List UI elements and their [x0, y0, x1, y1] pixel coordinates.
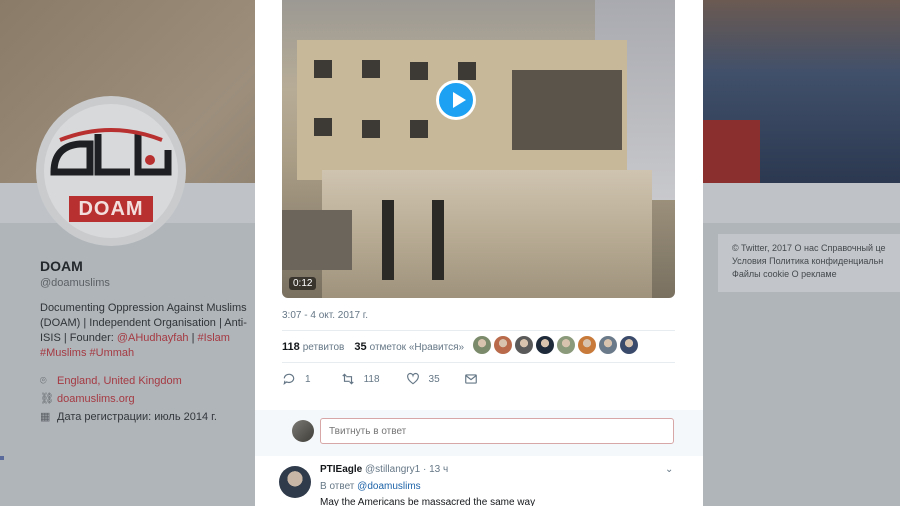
liker-avatar[interactable]: [536, 336, 554, 354]
reply-action[interactable]: 1: [282, 372, 311, 386]
profile-handle[interactable]: @doamuslims: [40, 277, 250, 289]
chevron-down-icon[interactable]: ⌄: [665, 464, 673, 475]
tweet-modal: 0:12 3:07 - 4 окт. 2017 г. 118 ретвитов …: [255, 0, 703, 506]
direct-message-action[interactable]: [464, 372, 478, 386]
profile-info: DOAM @doamuslims Documenting Oppression …: [40, 258, 250, 423]
reply-tweet[interactable]: PTIEagle @stillangry1 · 13 ч ⌄ В ответ @…: [255, 456, 703, 506]
video-duration: 0:12: [289, 277, 317, 290]
tweet-timestamp[interactable]: 3:07 - 4 окт. 2017 г.: [282, 310, 368, 321]
reply-composer: [255, 410, 703, 456]
doam-logo-text: DOAM: [69, 196, 153, 222]
reply-input[interactable]: [320, 418, 674, 444]
scroll-marker: [0, 456, 4, 460]
footer-line-3[interactable]: Файлы cookie О рекламе: [732, 268, 900, 281]
profile-bio: Documenting Oppression Against Muslims (…: [40, 301, 250, 361]
liker-avatar[interactable]: [599, 336, 617, 354]
tweet-video[interactable]: 0:12: [282, 0, 675, 298]
play-button[interactable]: [436, 80, 476, 120]
replying-to-link[interactable]: @doamuslims: [357, 481, 421, 492]
bio-separator: |: [188, 332, 198, 344]
profile-joined: ▦ Дата регистрации: июль 2014 г.: [40, 411, 250, 423]
liker-avatar[interactable]: [578, 336, 596, 354]
calendar-icon: ▦: [40, 411, 51, 423]
likers-avatars: [473, 336, 638, 354]
reply-count: 1: [305, 373, 311, 385]
current-user-avatar[interactable]: [292, 420, 314, 442]
liker-avatar[interactable]: [557, 336, 575, 354]
bio-founder-link[interactable]: @AHudhayfah: [117, 332, 189, 344]
banner-photo: [700, 0, 900, 183]
location-pin-icon: ⌾: [40, 375, 47, 387]
reply-time[interactable]: · 13 ч: [423, 464, 448, 475]
replying-label: В ответ: [320, 481, 355, 492]
profile-website: ⛓ doamuslims.org: [40, 393, 250, 405]
reply-text: May the Americans be massacred the same …: [320, 497, 536, 506]
bio-hashtag-ummah[interactable]: #Ummah: [90, 347, 135, 359]
profile-avatar[interactable]: DOAM: [36, 96, 186, 246]
retweet-icon: [341, 373, 354, 385]
heart-icon: [406, 372, 419, 385]
tweet-stats: 118 ретвитов 35 отметок «Нравится»: [282, 340, 464, 354]
bio-hashtag-muslims[interactable]: #Muslims: [40, 347, 86, 359]
replying-to: В ответ @doamuslims: [320, 481, 421, 492]
likes-label[interactable]: отметок «Нравится»: [370, 342, 464, 353]
joined-text: Дата регистрации: июль 2014 г.: [57, 411, 217, 423]
liker-avatar[interactable]: [515, 336, 533, 354]
divider: [282, 330, 675, 331]
retweet-action[interactable]: 118: [341, 372, 380, 386]
liker-avatar[interactable]: [494, 336, 512, 354]
liker-avatar[interactable]: [473, 336, 491, 354]
liker-avatar[interactable]: [620, 336, 638, 354]
retweets-label[interactable]: ретвитов: [303, 342, 345, 353]
link-icon: ⛓: [40, 393, 54, 405]
divider: [282, 362, 675, 363]
profile-name[interactable]: DOAM: [40, 258, 250, 274]
like-action[interactable]: 35: [406, 372, 440, 386]
footer-line-1[interactable]: © Twitter, 2017 О нас Справочный це: [732, 242, 900, 255]
retweets-count[interactable]: 118: [282, 341, 300, 353]
likes-count[interactable]: 35: [354, 341, 366, 353]
reply-icon: [283, 373, 295, 386]
footer-links: © Twitter, 2017 О нас Справочный це Усло…: [718, 234, 900, 292]
reply-author-handle[interactable]: @stillangry1: [365, 464, 420, 475]
footer-line-2[interactable]: Условия Политика конфиденциальн: [732, 255, 900, 268]
profile-location: ⌾ England, United Kingdom: [40, 375, 250, 387]
envelope-icon: [464, 374, 477, 384]
reply-author-name[interactable]: PTIEagle: [320, 464, 362, 475]
like-count: 35: [428, 373, 440, 385]
tweet-actions: 1 118 35: [282, 372, 478, 386]
reply-header: PTIEagle @stillangry1 · 13 ч: [320, 464, 448, 475]
arabic-logo-icon: [50, 128, 172, 176]
doam-logo: DOAM: [44, 104, 178, 238]
bio-hashtag-islam[interactable]: #Islam: [198, 332, 230, 344]
retweet-count: 118: [363, 373, 380, 385]
website-link[interactable]: doamuslims.org: [57, 393, 135, 405]
reply-author-avatar[interactable]: [279, 466, 311, 498]
location-text[interactable]: England, United Kingdom: [57, 375, 182, 387]
